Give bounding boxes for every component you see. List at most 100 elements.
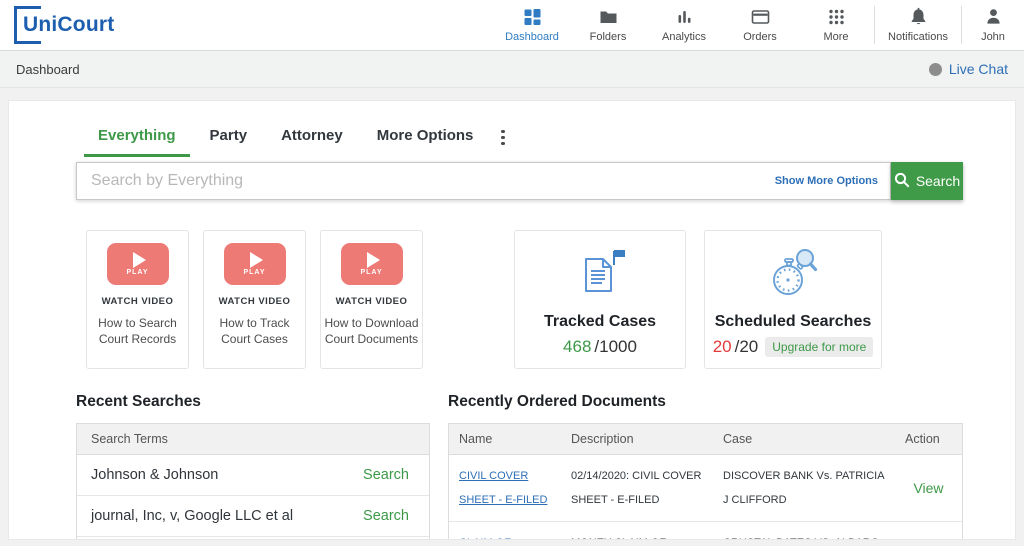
- document-action-cell: View: [895, 522, 962, 540]
- watch-video-label: WATCH VIDEO: [321, 296, 422, 307]
- tracked-cases-card[interactable]: Tracked Cases 468 /1000: [514, 230, 686, 369]
- document-case-cell: DISCOVER BANK Vs. PATRICIA J CLIFFORD: [713, 455, 895, 521]
- search-field-wrap: Show More Options: [76, 162, 891, 200]
- tab-party[interactable]: Party: [196, 118, 262, 157]
- video-card-download-documents[interactable]: PLAY WATCH VIDEO How to Download Court D…: [320, 230, 423, 369]
- search-again-link[interactable]: Search: [363, 508, 409, 524]
- play-label: PLAY: [360, 269, 382, 276]
- ordered-documents-title: Recently Ordered Documents: [448, 393, 963, 411]
- video-card-track-cases[interactable]: PLAY WATCH VIDEO How to Track Court Case…: [203, 230, 306, 369]
- video-card-search-records[interactable]: PLAY WATCH VIDEO How to Search Court Rec…: [86, 230, 189, 369]
- nav-item-more[interactable]: More: [798, 0, 874, 50]
- bell-icon: [908, 7, 929, 27]
- nav-item-user[interactable]: John: [962, 0, 1024, 50]
- table-row: journal, Inc, v, Google LLC et al Search: [77, 496, 429, 537]
- scheduled-searches-card[interactable]: Scheduled Searches 20 /20 Upgrade for mo…: [704, 230, 882, 369]
- search-tabs: Everything Party Attorney More Options: [84, 118, 963, 157]
- upgrade-for-more-link[interactable]: Upgrade for more: [765, 337, 873, 357]
- nav-item-dashboard[interactable]: Dashboard: [494, 0, 570, 50]
- nav-item-analytics[interactable]: Analytics: [646, 0, 722, 50]
- play-button-icon: PLAY: [224, 243, 286, 285]
- tab-attorney[interactable]: Attorney: [267, 118, 357, 157]
- nav-label: Analytics: [662, 31, 706, 43]
- tables-row: Recent Searches Search Terms Johnson & J…: [76, 393, 963, 540]
- stopwatch-magnifier-icon: [764, 291, 822, 308]
- bar-chart-icon: [674, 7, 695, 27]
- document-flag-icon: [571, 291, 629, 308]
- table-row: CIVIL COVER SHEET - E-FILED 02/14/2020: …: [449, 455, 962, 522]
- live-chat-button[interactable]: Live Chat: [929, 61, 1008, 77]
- folder-icon: [598, 7, 619, 27]
- play-label: PLAY: [243, 269, 265, 276]
- column-header-case: Case: [713, 424, 895, 455]
- user-avatar-icon: [983, 7, 1004, 27]
- logo-bracket-icon: [14, 6, 41, 44]
- document-action-cell: View: [895, 455, 962, 521]
- column-header-name: Name: [449, 424, 561, 455]
- scheduled-total: /20: [735, 337, 759, 357]
- nav-label: More: [823, 31, 848, 43]
- tracked-total: /1000: [594, 337, 637, 357]
- search-bar: Show More Options Search: [76, 162, 963, 200]
- video-card-title: How to Track Court Cases: [204, 316, 305, 347]
- nav-label: John: [981, 31, 1005, 43]
- scheduled-used: 20: [713, 337, 732, 357]
- search-button-label: Search: [916, 173, 960, 189]
- nav-label: Notifications: [888, 31, 948, 43]
- nav-item-folders[interactable]: Folders: [570, 0, 646, 50]
- document-link[interactable]: CIVIL COVER SHEET - E-FILED: [459, 470, 547, 506]
- recent-searches-title: Recent Searches: [76, 393, 430, 411]
- tracked-cases-count: 468 /1000: [515, 337, 685, 357]
- nav-item-orders[interactable]: Orders: [722, 0, 798, 50]
- primary-nav: Dashboard Folders Analytics Orders More: [494, 0, 1024, 50]
- document-name-cell: CIVIL COVER SHEET - E-FILED: [449, 455, 561, 521]
- breadcrumb-bar: Dashboard Live Chat: [0, 51, 1024, 88]
- search-terms-header: Search Terms: [77, 424, 429, 455]
- video-card-title: How to Search Court Records: [87, 316, 188, 347]
- document-description-cell: MONEY CLAIM OF PLAINTIFF FOR $1,500.00 F…: [561, 522, 713, 540]
- tracked-used: 468: [563, 337, 591, 357]
- document-link[interactable]: CLAIM OF PLAINTIFF: [459, 537, 514, 540]
- table-row: Johnson & Johnson Search: [77, 455, 429, 496]
- nav-item-notifications[interactable]: Notifications: [875, 0, 961, 50]
- tab-everything[interactable]: Everything: [84, 118, 190, 157]
- column-header-description: Description: [561, 424, 713, 455]
- watch-video-label: WATCH VIDEO: [204, 296, 305, 307]
- ordered-documents-header-row: Name Description Case Action: [449, 424, 962, 455]
- dots-grid-icon: [826, 7, 847, 27]
- credit-card-icon: [750, 7, 771, 27]
- table-row: CLAIM OF PLAINTIFF MONEY CLAIM OF PLAINT…: [449, 522, 962, 540]
- play-label: PLAY: [126, 269, 148, 276]
- kebab-menu-icon[interactable]: [495, 124, 511, 152]
- live-chat-status-icon: [929, 63, 942, 76]
- nav-label: Orders: [743, 31, 777, 43]
- ordered-documents-section: Recently Ordered Documents Name Descript…: [448, 393, 963, 540]
- logo-mark: UniCourt: [14, 6, 114, 44]
- document-name-cell: CLAIM OF PLAINTIFF: [449, 522, 561, 540]
- document-description-cell: 02/14/2020: CIVIL COVER SHEET - E-FILED: [561, 455, 713, 521]
- video-card-title: How to Download Court Documents: [321, 316, 422, 347]
- unicourt-logo[interactable]: UniCourt: [0, 0, 260, 50]
- cards-row: PLAY WATCH VIDEO How to Search Court Rec…: [76, 230, 963, 369]
- nav-label: Dashboard: [505, 31, 559, 43]
- table-row: google Search: [77, 537, 429, 540]
- scheduled-searches-title: Scheduled Searches: [705, 313, 881, 331]
- dashboard-grid-icon: [522, 7, 543, 27]
- ordered-documents-table: Name Description Case Action CIVIL COVER…: [448, 423, 963, 540]
- show-more-options-link[interactable]: Show More Options: [775, 175, 878, 187]
- search-term: Johnson & Johnson: [91, 467, 218, 483]
- scheduled-searches-count: 20 /20 Upgrade for more: [705, 337, 881, 357]
- nav-label: Folders: [590, 31, 627, 43]
- search-input[interactable]: [77, 172, 763, 190]
- play-button-icon: PLAY: [341, 243, 403, 285]
- view-document-link[interactable]: View: [913, 473, 943, 504]
- tab-more-options[interactable]: More Options: [363, 118, 488, 157]
- top-header: UniCourt Dashboard Folders Analytics O: [0, 0, 1024, 51]
- column-header-action: Action: [895, 424, 962, 455]
- search-button[interactable]: Search: [891, 162, 963, 200]
- play-button-icon: PLAY: [107, 243, 169, 285]
- dashboard-main-panel: Everything Party Attorney More Options S…: [8, 100, 1016, 540]
- search-again-link[interactable]: Search: [363, 467, 409, 483]
- watch-video-label: WATCH VIDEO: [87, 296, 188, 307]
- live-chat-label: Live Chat: [949, 61, 1008, 77]
